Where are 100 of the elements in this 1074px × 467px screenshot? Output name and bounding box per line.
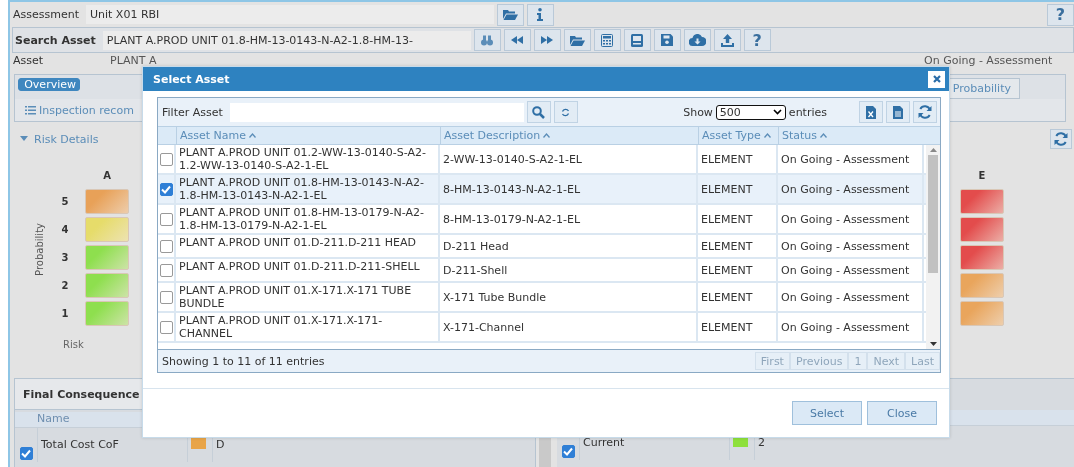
table-cell: 8-HM-13-0179-N-A2-1-EL xyxy=(440,205,698,233)
tab[interactable]: Overview xyxy=(18,78,80,91)
field-label: Asset xyxy=(13,54,45,67)
fast-forward-icon xyxy=(541,36,554,44)
field-label: Filter Asset xyxy=(162,105,223,119)
toolbar-button[interactable] xyxy=(653,29,681,51)
table-cell: 2-WW-13-0140-S-A2-1-EL xyxy=(440,145,698,173)
field-label: Search Asset xyxy=(15,33,97,47)
toolbar-button[interactable] xyxy=(623,29,651,51)
info-icon xyxy=(537,8,544,21)
table-cell: On Going - Assessment xyxy=(778,145,924,173)
table-cell: ELEMENT xyxy=(698,145,778,173)
table-cell: PLANT A.PROD UNIT 01.8-HM-13-0143-N-A2-1.8-HM-13-0143-N-A2-1-EL xyxy=(176,175,440,203)
refresh-button[interactable] xyxy=(913,101,937,123)
caret-icon xyxy=(20,136,28,142)
table-cell: On Going - Assessment xyxy=(778,235,924,257)
page-size-select[interactable]: 500 xyxy=(715,104,786,120)
refresh-icon xyxy=(1054,132,1068,146)
sort-icon xyxy=(820,133,828,138)
column-label: E xyxy=(978,169,986,183)
toolbar-button[interactable] xyxy=(713,29,741,51)
subtab[interactable]: Inspection recom xyxy=(25,103,134,117)
table-cell: ELEMENT xyxy=(698,235,778,257)
checkbox[interactable] xyxy=(159,152,173,166)
reset-button[interactable] xyxy=(553,101,578,123)
axis-label: Probability xyxy=(34,223,45,276)
table-cell: On Going - Assessment xyxy=(778,205,924,233)
row-label: 4 xyxy=(61,223,69,237)
checkbox[interactable] xyxy=(19,447,33,460)
search-asset-field[interactable]: PLANT A.PROD UNIT 01.8-HM-13-0143-N-A2-1.8-HM-13- xyxy=(102,30,471,50)
sort-icon xyxy=(249,133,257,138)
search-button[interactable] xyxy=(526,101,551,123)
table-cell: PLANT A.PROD UNIT 01.D-211.D-211-SHELL xyxy=(176,259,440,281)
asset-value: PLANT A xyxy=(110,54,157,67)
scroll-down-icon xyxy=(929,342,937,346)
column-header: Name xyxy=(37,412,70,427)
row-label: 5 xyxy=(61,195,69,209)
folder-icon xyxy=(503,9,518,20)
table-cell: PLANT A.PROD UNIT 01.8-HM-13-0179-N-A2-1.8-HM-13-0179-N-A2-1-EL xyxy=(176,205,440,233)
toolbar-button[interactable] xyxy=(533,29,561,51)
table-cell: ELEMENT xyxy=(698,175,778,203)
row-label: 2 xyxy=(61,279,69,293)
table-cell: ELEMENT xyxy=(698,259,778,281)
assessment-field[interactable]: Unit X01 RBI xyxy=(86,5,494,24)
info-button[interactable] xyxy=(527,3,554,26)
refresh-icon xyxy=(918,105,932,119)
axis-label: Risk xyxy=(63,339,84,350)
checkbox[interactable] xyxy=(159,320,173,334)
table-cell: ELEMENT xyxy=(698,313,778,341)
rewind-icon xyxy=(511,36,524,44)
export-document-button[interactable] xyxy=(886,101,910,123)
refresh-icon xyxy=(561,107,571,117)
toolbar-button[interactable] xyxy=(473,29,501,51)
cloud-download-icon xyxy=(688,34,706,46)
toolbar-button[interactable] xyxy=(503,29,531,51)
entries-info: Showing 1 to 11 of 11 entries xyxy=(162,354,325,368)
table-cell: On Going - Assessment xyxy=(778,175,924,203)
close-button[interactable] xyxy=(928,70,945,88)
refresh-button[interactable] xyxy=(1050,129,1072,149)
risk-details-toggle[interactable]: Risk Details xyxy=(20,132,99,146)
close-button[interactable]: Close xyxy=(867,401,937,425)
table-cell: PLANT A.PROD UNIT 01.D-211.D-211 HEAD xyxy=(176,235,440,257)
status-value: On Going - Assessment xyxy=(924,54,1054,67)
save-icon xyxy=(661,34,674,46)
table-cell: X-171 Tube Bundle xyxy=(440,283,698,311)
binoculars-icon xyxy=(481,34,494,46)
checkbox[interactable] xyxy=(159,212,173,226)
table-cell: On Going - Assessment xyxy=(778,283,924,311)
row-label: 1 xyxy=(61,307,69,321)
list-icon xyxy=(25,105,36,115)
checkbox[interactable] xyxy=(159,263,173,277)
folder-icon xyxy=(569,34,585,46)
checkbox[interactable] xyxy=(159,182,173,196)
checkbox[interactable] xyxy=(159,290,173,304)
field-label: Assessment xyxy=(13,8,80,21)
table-cell: On Going - Assessment xyxy=(778,259,924,281)
sort-icon xyxy=(763,133,771,138)
scroll-up-icon xyxy=(929,148,937,152)
entries-label: entries xyxy=(788,105,827,119)
row-label: 3 xyxy=(61,251,69,265)
toolbar-button[interactable] xyxy=(683,29,711,51)
sort-icon xyxy=(543,133,551,138)
toolbar-button[interactable] xyxy=(563,29,591,51)
export-excel-button[interactable] xyxy=(859,101,883,123)
select-button[interactable]: Select xyxy=(792,401,862,425)
calculator-icon xyxy=(601,33,614,47)
table-cell: 8-HM-13-0143-N-A2-1-EL xyxy=(440,175,698,203)
upload-icon xyxy=(720,33,734,47)
help-button[interactable]: ? xyxy=(1047,3,1074,26)
column-label: A xyxy=(103,169,111,183)
checkbox[interactable] xyxy=(159,239,173,253)
toolbar-button[interactable] xyxy=(593,29,621,51)
checkbox[interactable] xyxy=(561,445,575,458)
help-button[interactable]: ? xyxy=(743,29,771,51)
table-cell: PLANT A.PROD UNIT 01.X-171.X-171 TUBE BUNDLE xyxy=(176,283,440,311)
scrollbar[interactable] xyxy=(926,145,940,349)
table-cell: PLANT A.PROD UNIT 01.X-171.X-171-CHANNEL xyxy=(176,313,440,341)
panel-title: Final Consequence xyxy=(23,387,140,401)
open-folder-button[interactable] xyxy=(497,3,524,26)
table-cell: D-211 Head xyxy=(440,235,698,257)
